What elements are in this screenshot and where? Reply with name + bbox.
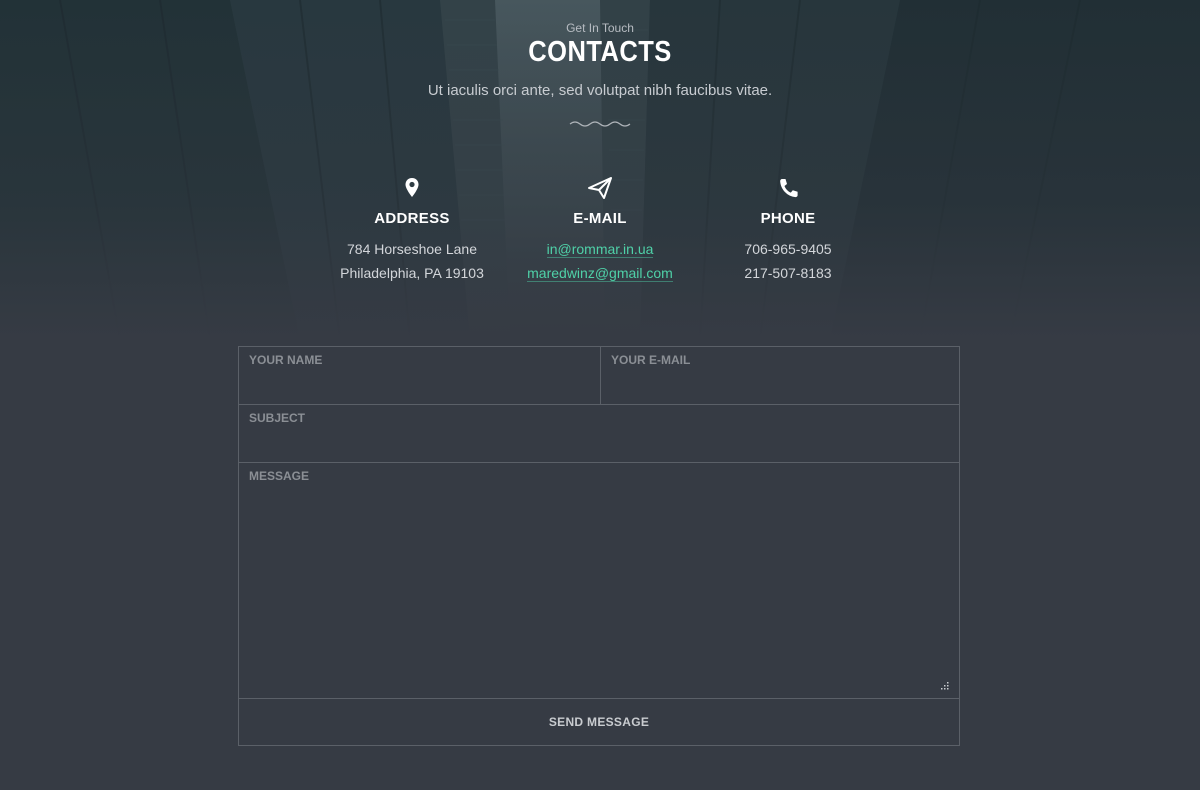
send-message-button[interactable]: SEND MESSAGE bbox=[239, 699, 959, 745]
subject-placeholder: SUBJECT bbox=[249, 411, 306, 425]
address-heading: ADDRESS bbox=[374, 210, 450, 227]
section-subtitle: Ut iaculis orci ante, sed volutpat nibh … bbox=[427, 82, 773, 99]
email-field[interactable]: YOUR E-MAIL bbox=[601, 347, 959, 405]
map-pin-icon bbox=[405, 178, 419, 197]
email-link-2[interactable]: maredwinz@gmail.com bbox=[527, 265, 673, 282]
subject-field[interactable]: SUBJECT bbox=[239, 405, 959, 463]
name-field[interactable]: YOUR NAME bbox=[239, 347, 601, 405]
resize-grip-icon[interactable] bbox=[940, 681, 949, 690]
email-heading: E-MAIL bbox=[573, 210, 627, 227]
section-eyebrow: Get In Touch bbox=[566, 21, 634, 35]
contact-address: ADDRESS 784 Horseshoe Lane Philadelphia,… bbox=[302, 176, 522, 285]
phone-line-2: 217-507-8183 bbox=[744, 265, 832, 281]
contact-phone: PHONE 706-965-9405 217-507-8183 bbox=[678, 176, 898, 285]
address-line-1: 784 Horseshoe Lane bbox=[347, 241, 477, 257]
email-placeholder: YOUR E-MAIL bbox=[611, 353, 691, 367]
address-line-2: Philadelphia, PA 19103 bbox=[340, 265, 484, 281]
phone-line-1: 706-965-9405 bbox=[744, 241, 832, 257]
contact-form: YOUR NAME YOUR E-MAIL SUBJECT MESSAGE SE… bbox=[238, 346, 960, 746]
phone-heading: PHONE bbox=[760, 210, 816, 227]
message-textarea[interactable]: MESSAGE bbox=[239, 463, 959, 699]
section-title: CONTACTS bbox=[528, 36, 672, 68]
email-link-1[interactable]: in@rommar.in.ua bbox=[546, 241, 654, 258]
wave-divider-icon bbox=[569, 121, 631, 127]
message-placeholder: MESSAGE bbox=[249, 469, 310, 483]
contact-email: E-MAIL in@rommar.in.ua maredwinz@gmail.c… bbox=[490, 176, 710, 285]
paper-plane-icon bbox=[588, 177, 612, 199]
name-placeholder: YOUR NAME bbox=[249, 353, 323, 367]
phone-icon bbox=[780, 179, 798, 198]
